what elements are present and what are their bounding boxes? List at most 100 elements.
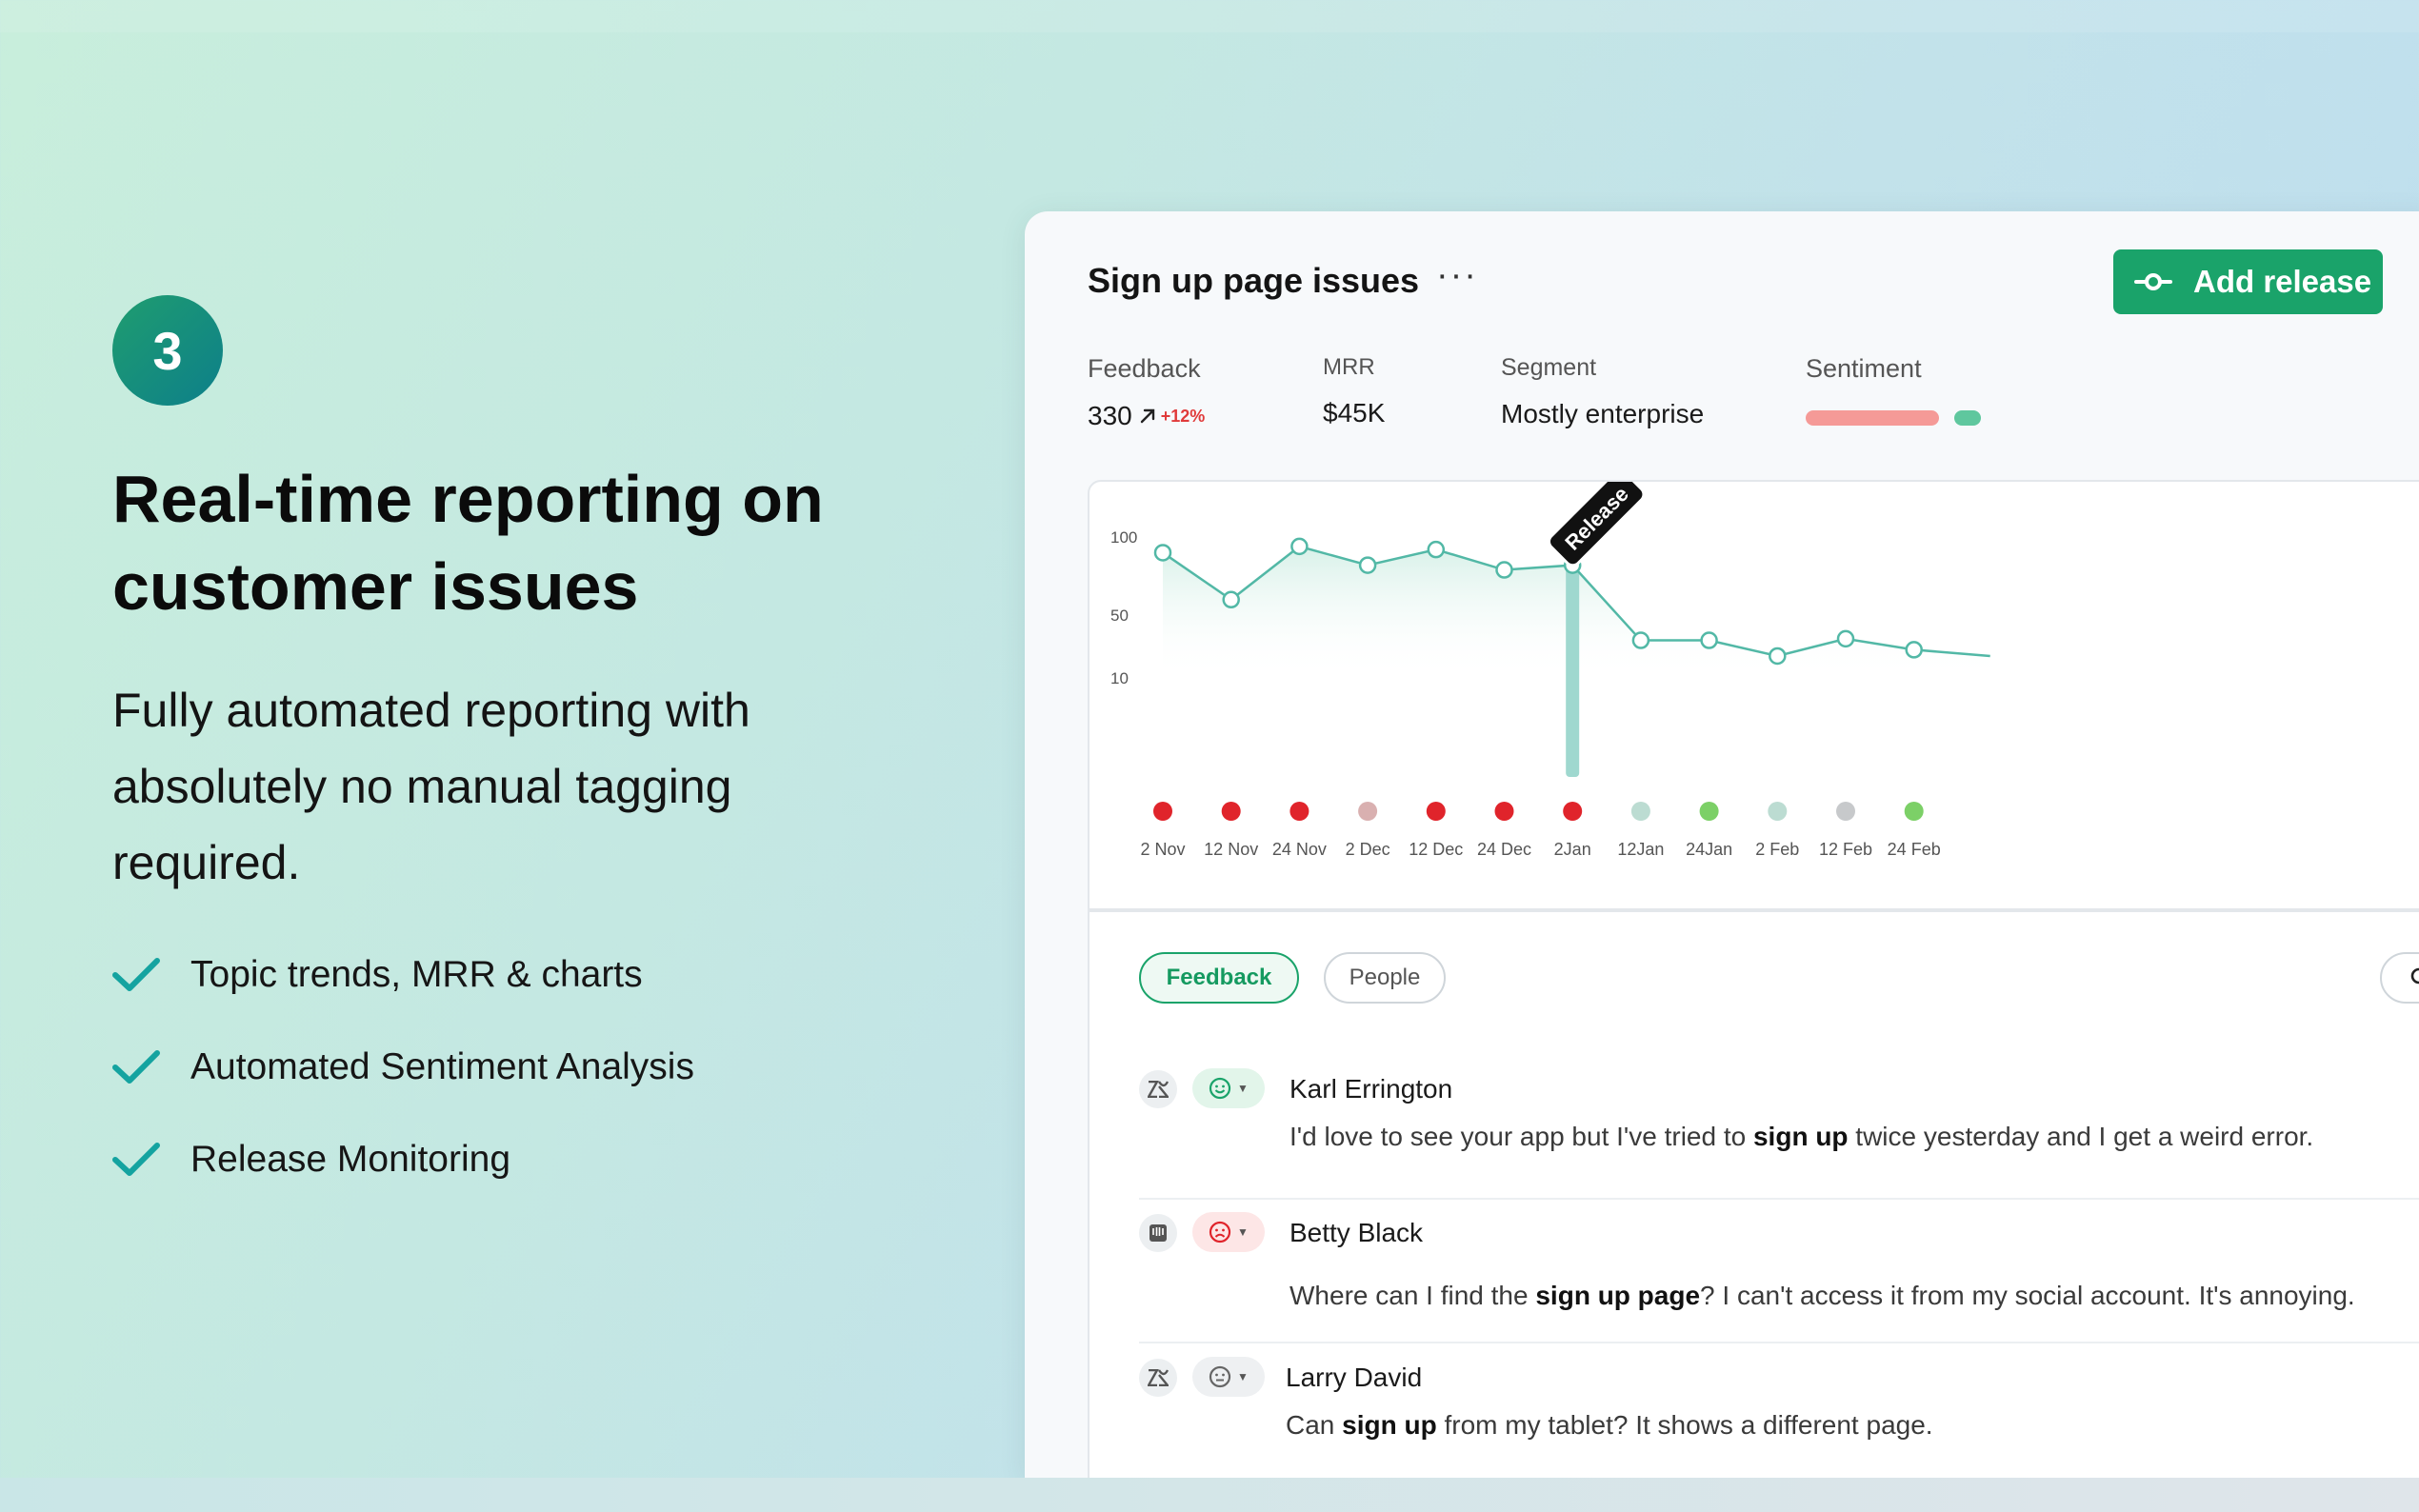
stat-label: Feedback	[1088, 354, 1201, 383]
sentiment-dot	[1563, 802, 1583, 821]
add-release-label: Add release	[2193, 264, 2372, 299]
x-tick-label: 2 Dec	[1346, 840, 1390, 859]
sentiment-dot	[1426, 802, 1446, 821]
sentiment-dot	[1358, 802, 1378, 821]
sentiment-dot	[1289, 802, 1309, 821]
x-tick-label: 12Jan	[1617, 840, 1664, 859]
feature-list: Topic trends, MRR & charts Automated Sen…	[112, 945, 931, 1222]
sad-face-icon	[1209, 1221, 1231, 1243]
sentiment-selector[interactable]: ▼	[1192, 1212, 1265, 1252]
feedback-message: Where can I find the sign up page? I can…	[1289, 1281, 2355, 1310]
data-point	[1427, 540, 1446, 559]
stat-value: 330 +12%	[1088, 401, 1205, 431]
y-tick-label: 100	[1110, 528, 1137, 547]
issue-report-card: Sign up page issues ··· Add release Feed…	[1025, 211, 2419, 1478]
stat-value: Mostly enterprise	[1501, 399, 1705, 428]
stat-label: Sentiment	[1806, 354, 1922, 383]
stat-segment: Segment Mostly enterprise	[1501, 354, 1704, 429]
x-tick-label: 2 Feb	[1755, 840, 1799, 859]
check-icon	[112, 1143, 160, 1176]
x-tick-label: 12 Nov	[1204, 840, 1258, 859]
highlight-term: sign up	[1752, 1122, 1849, 1151]
sentiment-bar	[1806, 410, 1981, 426]
add-release-button[interactable]: Add release	[2113, 249, 2383, 314]
data-point	[1631, 631, 1650, 649]
data-point	[1358, 556, 1377, 574]
feature-item: Automated Sentiment Analysis	[112, 1037, 931, 1098]
trend-chart-panel: 100 50 10 Release 2 Nov 12 Nov 24 Nov 2 Dec 12 D…	[1088, 480, 2419, 910]
sentiment-positive-segment	[1954, 410, 1981, 426]
sentiment-dot	[1836, 802, 1855, 821]
zendesk-icon	[1139, 1070, 1177, 1108]
highlight-term: sign up	[1342, 1410, 1437, 1440]
feature-label: Automated Sentiment Analysis	[190, 1046, 694, 1087]
sentiment-dot	[1630, 802, 1650, 821]
stat-mrr: MRR $45K	[1323, 354, 1385, 428]
data-point	[1905, 641, 1923, 659]
feedback-message: Can sign up from my tablet? It shows a d…	[1286, 1410, 1933, 1440]
x-tick-label: 2Jan	[1554, 840, 1591, 859]
feedback-item[interactable]: ▼ Betty Black Where can I find the sign …	[1139, 1201, 2419, 1343]
chevron-down-icon: ▼	[1237, 1225, 1249, 1239]
check-icon	[112, 958, 160, 991]
sentiment-dot	[1699, 802, 1719, 821]
sentiment-negative-segment	[1806, 410, 1939, 426]
search-button[interactable]	[2380, 952, 2419, 1004]
highlight-term: sign up page	[1535, 1281, 1701, 1310]
feedback-item[interactable]: ▼ Karl Errington I'd love to see your ap…	[1139, 1057, 2419, 1200]
sentiment-selector[interactable]: ▼	[1192, 1068, 1265, 1108]
tab-feedback[interactable]: Feedback	[1139, 952, 1299, 1004]
trend-chart: 100 50 10 Release 2 Nov 12 Nov 24 Nov 2 Dec 12 D…	[1110, 482, 1990, 859]
sentiment-dot	[1904, 802, 1924, 821]
data-point	[1700, 631, 1718, 649]
y-tick-label: 50	[1110, 607, 1129, 625]
sentiment-dot	[1221, 802, 1241, 821]
stat-sentiment: Sentiment	[1806, 354, 1981, 426]
arrow-up-right-icon	[1140, 408, 1154, 424]
report-title: Sign up page issues	[1088, 261, 1420, 300]
subhead-line-1: Fully automated reporting with	[112, 684, 750, 737]
y-tick-label: 10	[1110, 669, 1129, 687]
check-icon	[112, 1050, 160, 1084]
feedback-message: I'd love to see your app but I've tried …	[1289, 1122, 2314, 1151]
feedback-author: Karl Errington	[1289, 1074, 1453, 1104]
stat-label: MRR	[1323, 354, 1375, 380]
chevron-down-icon: ▼	[1237, 1082, 1249, 1095]
feedback-count: 330	[1088, 401, 1132, 430]
sentiment-selector[interactable]: ▼	[1192, 1357, 1265, 1397]
subheadline: Fully automated reporting with absolutel…	[112, 672, 931, 901]
headline: Real-time reporting on customer issues	[112, 455, 931, 630]
x-tick-label: 2 Nov	[1140, 840, 1185, 859]
data-point	[1290, 537, 1309, 556]
x-tick-label: 24 Nov	[1272, 840, 1327, 859]
data-point	[1836, 629, 1855, 648]
happy-face-icon	[1209, 1077, 1231, 1100]
top-band	[0, 0, 2419, 32]
subhead-line-2: absolutely no manual tagging	[112, 760, 732, 813]
tab-people[interactable]: People	[1324, 952, 1446, 1004]
release-commit-icon	[2134, 273, 2172, 290]
feature-label: Topic trends, MRR & charts	[190, 954, 643, 995]
headline-line-1: Real-time reporting on	[112, 462, 824, 536]
data-point	[1222, 590, 1240, 609]
feedback-list-panel: Feedback People ▼ Karl Errington I'd lov…	[1088, 910, 2419, 1478]
more-options-icon[interactable]: ···	[1436, 255, 1478, 296]
sentiment-dot	[1494, 802, 1514, 821]
subhead-line-3: required.	[112, 836, 301, 889]
feedback-item[interactable]: ▼ Larry David Can sign up from my tablet…	[1139, 1345, 2419, 1478]
data-point	[1769, 647, 1787, 666]
step-badge: 3	[112, 295, 223, 406]
x-tick-label: 24Jan	[1686, 840, 1732, 859]
release-tag: Release	[1547, 482, 1646, 567]
stat-value: $45K	[1323, 398, 1386, 428]
feature-item: Release Monitoring	[112, 1129, 931, 1190]
data-point	[1153, 544, 1172, 562]
sentiment-dot	[1153, 802, 1172, 821]
headline-line-2: customer issues	[112, 549, 639, 624]
x-tick-label: 24 Feb	[1888, 840, 1941, 859]
neutral-face-icon	[1209, 1365, 1231, 1388]
search-icon	[2410, 967, 2419, 985]
stat-label: Segment	[1501, 354, 1597, 381]
feature-item: Topic trends, MRR & charts	[112, 945, 931, 1005]
stat-feedback: Feedback 330 +12%	[1088, 354, 1205, 431]
